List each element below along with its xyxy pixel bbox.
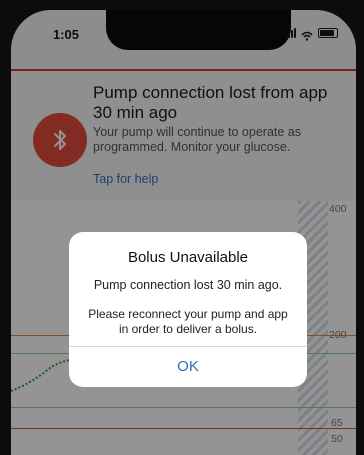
phone-frame: 1:05 Pump connection lost from app 30 mi…	[0, 0, 364, 455]
dialog-message-connection: Pump connection lost 30 min ago.	[93, 278, 283, 292]
dialog-title: Bolus Unavailable	[127, 249, 249, 266]
bolus-unavailable-dialog: Bolus Unavailable Pump connection lost 3…	[69, 232, 307, 387]
dialog-message-reconnect: Please reconnect your pump and app in or…	[88, 307, 288, 336]
ok-button[interactable]: OK	[69, 347, 307, 387]
